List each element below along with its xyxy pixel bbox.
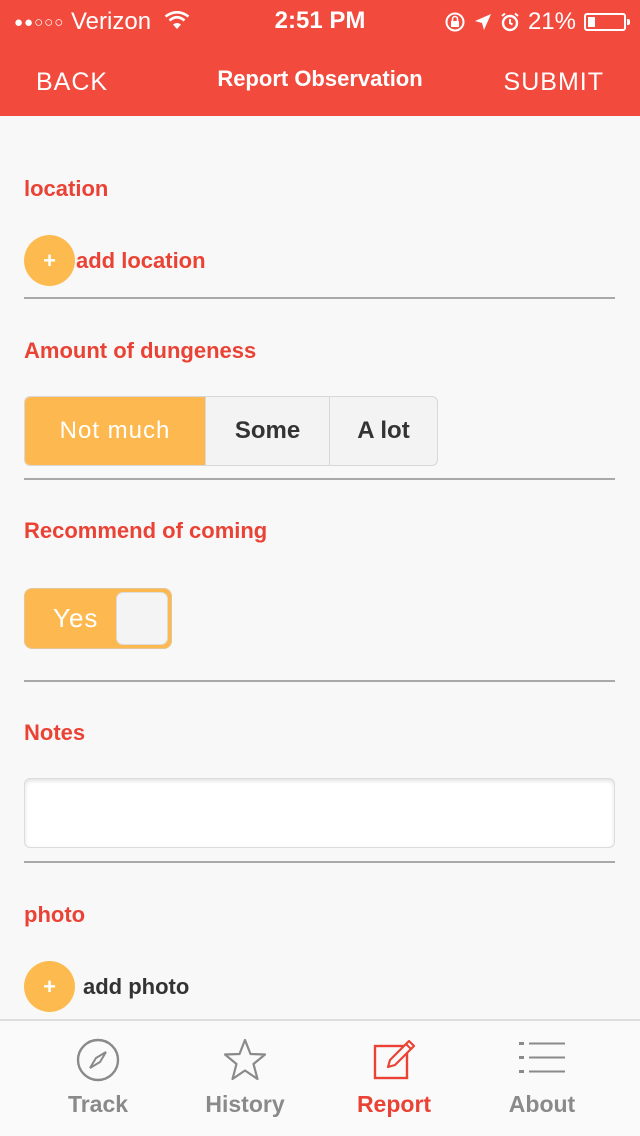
divider [24,861,615,863]
add-location-button[interactable]: add location [76,248,206,274]
amount-segmented-control: Not much Some A lot [24,396,438,466]
list-icon [519,1042,565,1073]
amount-label: Amount of dungeness [24,338,257,363]
status-bar: ●●○○○ Verizon 2:51 PM 21% [0,0,640,40]
tab-track[interactable]: Track [24,1021,172,1136]
amount-option-not-much[interactable]: Not much [25,397,205,465]
photo-label: photo [24,902,86,927]
amount-option-a-lot[interactable]: A lot [329,397,437,465]
tab-label: About [508,1091,576,1117]
notes-input[interactable] [24,778,615,848]
add-location-plus-icon[interactable]: + [24,235,75,286]
submit-button[interactable]: SUBMIT [504,68,604,97]
tab-history[interactable]: History [171,1021,319,1136]
tab-label: History [205,1091,285,1117]
star-icon [223,1038,267,1081]
location-arrow-icon [474,14,491,30]
divider [24,680,615,682]
status-right: 21% [444,8,630,36]
toggle-knob[interactable] [116,592,168,645]
battery-percent: 21% [527,8,576,35]
edit-icon [373,1039,416,1080]
app-header: ●●○○○ Verizon 2:51 PM 21% BACK Report Ob… [0,0,640,116]
tab-report[interactable]: Report [320,1021,468,1136]
tab-label: Report [356,1091,432,1117]
tab-about[interactable]: About [468,1021,616,1136]
compass-icon [76,1038,120,1082]
recommend-toggle[interactable]: Yes [24,588,172,649]
add-photo-button[interactable]: add photo [83,974,189,1000]
alarm-icon [501,12,519,32]
notes-label: Notes [24,720,86,745]
rotation-lock-icon [445,12,465,32]
divider [24,297,615,299]
tab-bar: Track History Report About [0,1019,640,1136]
divider [24,478,615,480]
add-photo-plus-icon[interactable]: + [24,961,75,1012]
tab-label: Track [67,1091,129,1117]
battery-icon [584,13,630,31]
amount-option-some[interactable]: Some [205,397,329,465]
recommend-label: Recommend of coming [24,518,268,543]
battery-fill [588,17,596,27]
location-label: location [24,176,109,201]
toggle-label: Yes [53,603,99,633]
